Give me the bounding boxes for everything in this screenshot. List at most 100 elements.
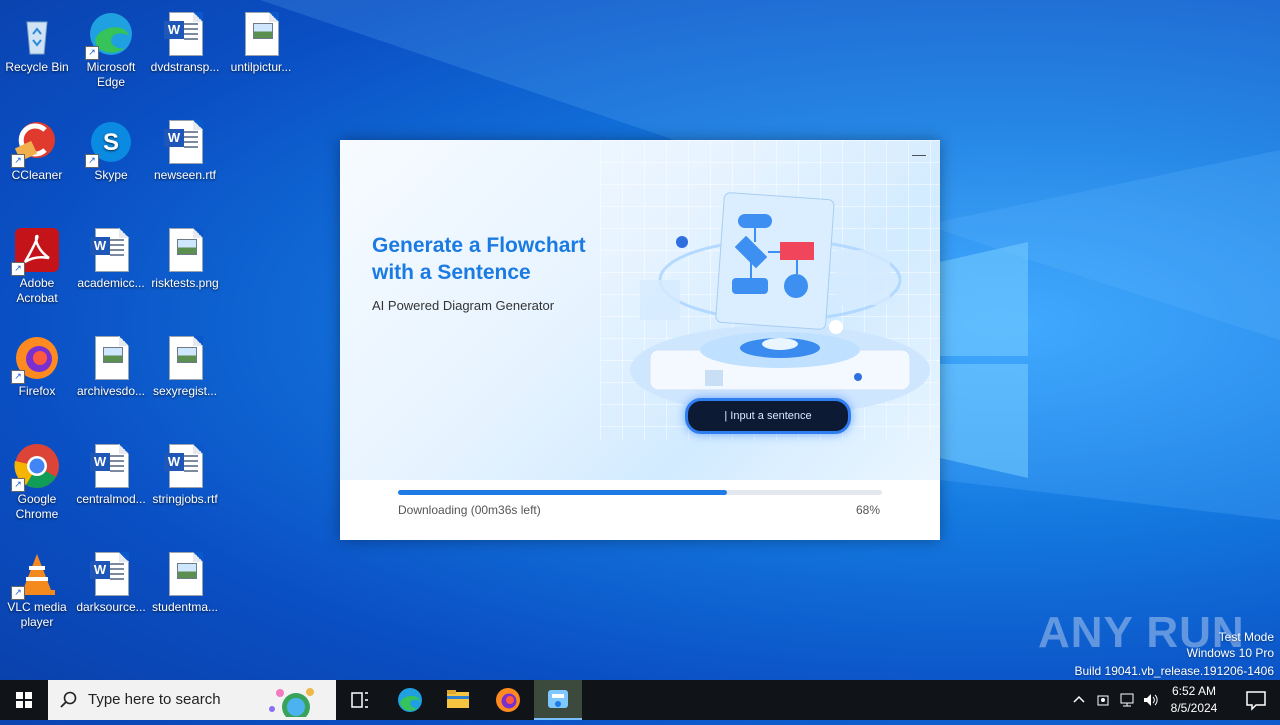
search-placeholder: Type here to search bbox=[88, 691, 221, 708]
taskbar-installer-button[interactable] bbox=[534, 680, 582, 720]
shortcut-arrow-icon: ↗ bbox=[11, 586, 25, 600]
icon-label: Firefox bbox=[18, 384, 56, 398]
desktop-icon-untilpictur[interactable]: untilpictur... bbox=[224, 4, 298, 75]
icon-label: VLC media player bbox=[7, 600, 67, 629]
icon-label: Adobe Acrobat bbox=[16, 276, 58, 305]
icon-label: stringjobs.rtf bbox=[152, 492, 218, 506]
taskbar-firefox-button[interactable] bbox=[484, 680, 532, 720]
desktop-icon-recycle-bin[interactable]: Recycle Bin bbox=[0, 4, 74, 75]
task-view-button[interactable] bbox=[336, 680, 384, 720]
shortcut-arrow-icon: ↗ bbox=[11, 370, 25, 384]
task-view-icon bbox=[351, 692, 368, 708]
shortcut-arrow-icon: ↗ bbox=[11, 478, 25, 492]
desktop-icon-centralmod[interactable]: W centralmod... bbox=[74, 436, 148, 507]
taskbar-search-box[interactable]: Type here to search bbox=[48, 680, 336, 720]
firefox-icon bbox=[496, 688, 520, 712]
desktop-icon-firefox[interactable]: ↗ Firefox bbox=[0, 328, 74, 399]
windows-start-icon bbox=[16, 692, 32, 708]
adobe-acrobat-icon: ↗ bbox=[11, 226, 61, 276]
desktop-icon-darksource[interactable]: W darksource... bbox=[74, 544, 148, 615]
shortcut-arrow-icon: ↗ bbox=[85, 46, 99, 60]
icon-label: CCleaner bbox=[11, 168, 63, 182]
vlc-cone-icon: ↗ bbox=[11, 550, 61, 600]
word-document-icon: W bbox=[161, 118, 209, 166]
recycle-bin-icon bbox=[13, 10, 61, 58]
word-document-icon: W bbox=[161, 10, 209, 58]
image-file-icon bbox=[237, 10, 285, 58]
edge-icon: ↗ bbox=[85, 10, 135, 60]
shortcut-arrow-icon: ↗ bbox=[11, 262, 25, 276]
image-file-icon bbox=[161, 550, 209, 598]
clock-date: 8/5/2024 bbox=[1170, 701, 1218, 715]
icon-label: archivesdo... bbox=[76, 384, 146, 398]
edge-icon bbox=[398, 688, 422, 712]
desktop-icon-stringjobs[interactable]: W stringjobs.rtf bbox=[148, 436, 222, 507]
desktop-icon-academicc[interactable]: W academicc... bbox=[74, 220, 148, 291]
image-file-icon bbox=[87, 334, 135, 382]
desktop-icon-google-chrome[interactable]: ↗ Google Chrome bbox=[0, 436, 74, 522]
icon-label: studentma... bbox=[151, 600, 219, 614]
icon-label: newseen.rtf bbox=[153, 168, 217, 182]
svg-text:S: S bbox=[103, 129, 119, 156]
desktop-icon-microsoft-edge[interactable]: ↗ Microsoft Edge bbox=[74, 4, 148, 90]
taskbar-edge-button[interactable] bbox=[386, 680, 434, 720]
installer-app-icon bbox=[548, 690, 568, 708]
installer-dialog: Generate a Flowchart with a Sentence AI … bbox=[340, 140, 940, 540]
system-tray bbox=[1068, 680, 1164, 720]
chrome-icon: ↗ bbox=[11, 442, 61, 492]
progress-status: Downloading (00m36s left) bbox=[398, 503, 541, 517]
desktop-icon-newseen[interactable]: W newseen.rtf bbox=[148, 112, 222, 183]
desktop-icon-studentma[interactable]: studentma... bbox=[148, 544, 222, 615]
icon-label: darksource... bbox=[76, 600, 146, 614]
icon-label: Skype bbox=[94, 168, 128, 182]
desktop-icon-dvdstransp[interactable]: W dvdstransp... bbox=[148, 4, 222, 75]
clock-time: 6:52 AM bbox=[1171, 684, 1217, 698]
hero-subtitle: AI Powered Diagram Generator bbox=[372, 298, 555, 313]
icon-label: Microsoft Edge bbox=[86, 60, 136, 89]
build-text: Build 19041.vb_release.191206-1406 bbox=[1074, 664, 1275, 678]
desktop-icon-archivesdo[interactable]: archivesdo... bbox=[74, 328, 148, 399]
skype-icon: S ↗ bbox=[85, 118, 135, 168]
ccleaner-icon: ↗ bbox=[11, 118, 61, 168]
desktop-icon-risktests[interactable]: risktests.png bbox=[148, 220, 222, 291]
action-center-button[interactable] bbox=[1232, 680, 1280, 720]
desktop-icon-adobe-acrobat[interactable]: ↗ Adobe Acrobat bbox=[0, 220, 74, 306]
desktop-icon-skype[interactable]: S ↗ Skype bbox=[74, 112, 148, 183]
volume-icon[interactable] bbox=[1142, 692, 1160, 708]
meet-now-icon[interactable] bbox=[1096, 692, 1112, 708]
icon-label: untilpictur... bbox=[230, 60, 292, 74]
hero-banner: Generate a Flowchart with a Sentence AI … bbox=[340, 140, 940, 480]
image-file-icon bbox=[161, 334, 209, 382]
word-document-icon: W bbox=[87, 550, 135, 598]
search-icon bbox=[60, 691, 77, 708]
test-mode-text: Test Mode bbox=[1218, 630, 1274, 644]
folder-icon bbox=[447, 690, 469, 708]
taskbar-file-explorer-button[interactable] bbox=[434, 680, 482, 720]
icon-label: centralmod... bbox=[76, 492, 146, 506]
windows-logo-wallpaper bbox=[940, 242, 1028, 478]
progress-area: Downloading (00m36s left) 68% bbox=[340, 480, 940, 540]
shortcut-arrow-icon: ↗ bbox=[11, 154, 25, 168]
icon-label: sexyregist... bbox=[152, 384, 218, 398]
shortcut-arrow-icon: ↗ bbox=[85, 154, 99, 168]
os-edition-text: Windows 10 Pro bbox=[1186, 646, 1274, 660]
word-document-icon: W bbox=[87, 442, 135, 490]
image-file-icon bbox=[161, 226, 209, 274]
notification-icon bbox=[1246, 691, 1266, 711]
desktop-icon-sexyregist[interactable]: sexyregist... bbox=[148, 328, 222, 399]
minimize-button[interactable]: — bbox=[912, 147, 926, 162]
progress-percent: 68% bbox=[855, 503, 880, 517]
icon-label: Recycle Bin bbox=[5, 60, 69, 74]
desktop: Recycle Bin ↗ CCleaner ↗ Adobe Acrobat ↗… bbox=[0, 0, 1280, 680]
icon-label: risktests.png bbox=[151, 276, 219, 290]
input-sentence-pill: | Input a sentence bbox=[685, 398, 851, 434]
start-button[interactable] bbox=[0, 680, 48, 720]
network-icon[interactable] bbox=[1118, 692, 1136, 708]
search-highlight-globe-icon bbox=[269, 688, 314, 717]
taskbar-clock[interactable]: 6:52 AM 8/5/2024 bbox=[1166, 683, 1222, 717]
firefox-icon: ↗ bbox=[11, 334, 61, 384]
chevron-up-icon[interactable] bbox=[1072, 692, 1086, 706]
desktop-icon-ccleaner[interactable]: ↗ CCleaner bbox=[0, 112, 74, 183]
desktop-icon-vlc[interactable]: ↗ VLC media player bbox=[0, 544, 74, 630]
progress-fill bbox=[398, 490, 728, 495]
